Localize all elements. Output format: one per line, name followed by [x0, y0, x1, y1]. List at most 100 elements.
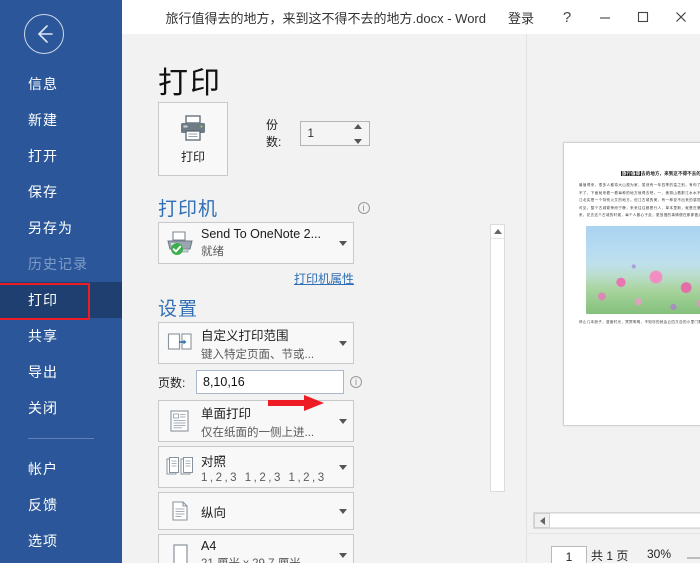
preview-doc-heading-rest: 去的地方，来到这不得不去的地方: [641, 171, 700, 176]
sidebar-item-open[interactable]: 打开: [0, 138, 122, 174]
preview-page-number[interactable]: 1: [551, 546, 587, 563]
settings-section-label: 设置: [158, 299, 199, 320]
one-sided-icon: [159, 409, 201, 433]
sidebar-item-close[interactable]: 关闭: [0, 390, 122, 426]
sidebar-item-export[interactable]: 导出: [0, 354, 122, 390]
settings-section-heading: 设置: [158, 294, 370, 321]
sidebar-item-print[interactable]: 打印: [0, 282, 122, 320]
custom-range-icon: [159, 331, 201, 355]
sidebar-item-save[interactable]: 保存: [0, 174, 122, 210]
printer-properties-line: 打印机属性: [158, 270, 354, 288]
print-button-label: 打印: [180, 149, 205, 164]
help-icon[interactable]: ?: [548, 2, 586, 32]
printer-ready-icon: [159, 230, 201, 256]
chevron-down-icon[interactable]: [333, 508, 353, 514]
sidebar-item-feedback[interactable]: 反馈: [0, 487, 122, 523]
preview-page[interactable]: 旅行值得去的地方，来到这不得不去的地方 最值得来，很多人都将大山视为家，虽然有一…: [563, 142, 700, 426]
sidebar-item-share[interactable]: 共享: [0, 318, 122, 354]
print-range-select[interactable]: 自定义打印范围 键入特定页面、节或...: [158, 322, 354, 364]
close-icon[interactable]: [662, 2, 700, 32]
print-sides-sub: 仅在纸面的一侧上进...: [201, 426, 315, 439]
backstage-nav-list: 信息 新建 打开 保存 另存为 历史记录 打印 共享 导出 关闭 帐户 反馈 选…: [0, 66, 122, 559]
maximize-icon[interactable]: [624, 2, 662, 32]
pages-input[interactable]: [196, 370, 344, 394]
copies-row: 份数:: [266, 116, 370, 150]
orientation-select[interactable]: 纵向: [158, 492, 354, 530]
copies-spin-arrows[interactable]: [354, 123, 364, 144]
chevron-down-icon[interactable]: [333, 240, 353, 246]
paper-size-text: A4 21 厘米 x 29.7 厘米: [201, 539, 333, 563]
sidebar-item-label: 新建: [28, 112, 58, 128]
sidebar-item-label: 关闭: [28, 400, 58, 416]
sidebar-item-save-as[interactable]: 另存为: [0, 210, 122, 246]
minimize-icon[interactable]: [586, 2, 624, 32]
page-title: 打印: [158, 67, 222, 100]
sidebar-item-label: 历史记录: [28, 256, 88, 272]
orientation-text: 纵向: [201, 502, 333, 521]
sidebar-item-label: 共享: [28, 328, 58, 344]
chevron-down-icon[interactable]: [333, 340, 353, 346]
preview-status-inner: 1 共 1 页 30% +: [527, 546, 700, 563]
sidebar-item-label: 另存为: [28, 220, 73, 236]
print-range-title: 自定义打印范围: [201, 328, 289, 343]
print-range-sub: 键入特定页面、节或...: [201, 348, 315, 361]
collate-sub: 1,2,3 1,2,3 1,2,3: [201, 471, 327, 484]
printer-name: Send To OneNote 2...: [201, 227, 321, 241]
paper-size-sub: 21 厘米 x 29.7 厘米: [201, 555, 333, 563]
printer-select-text: Send To OneNote 2... 就绪: [201, 227, 333, 259]
printer-select[interactable]: Send To OneNote 2... 就绪: [158, 222, 354, 264]
pages-info-icon[interactable]: i: [350, 376, 362, 388]
collate-icon: [159, 455, 201, 479]
preview-doc-heading: 旅行值得去的地方，来到这不得不去的地方: [580, 171, 700, 177]
sign-in-button[interactable]: 登录: [508, 8, 534, 27]
print-button[interactable]: 打印: [158, 102, 228, 176]
settings-scrollbar[interactable]: [490, 224, 505, 492]
preview-page-count: 共 1 页: [591, 549, 629, 563]
document-title: 旅行值得去的地方，来到这不得不去的地方.docx - Word: [165, 10, 486, 26]
preview-horizontal-scrollbar[interactable]: [533, 512, 700, 529]
sidebar-item-info[interactable]: 信息: [0, 66, 122, 102]
print-range-text: 自定义打印范围 键入特定页面、节或...: [201, 325, 333, 362]
sidebar-item-new[interactable]: 新建: [0, 102, 122, 138]
copies-stepper[interactable]: [300, 120, 370, 146]
zoom-slider-track[interactable]: [687, 557, 700, 559]
printer-section-heading: 打印机 i: [158, 194, 370, 221]
preview-doc-image: [586, 225, 700, 314]
sidebar-divider: [28, 438, 94, 439]
printer-properties-link[interactable]: 打印机属性: [294, 272, 354, 286]
paper-size-select[interactable]: A4 21 厘米 x 29.7 厘米: [158, 534, 354, 563]
print-sides-text: 单面打印 仅在纸面的一侧上进...: [201, 403, 333, 440]
copies-input[interactable]: [301, 121, 356, 145]
title-bar: 旅行值得去的地方，来到这不得不去的地方.docx - Word 登录 ?: [122, 0, 700, 34]
spin-down-icon[interactable]: [354, 138, 362, 144]
sidebar-item-label: 信息: [28, 76, 58, 92]
preview-doc-footer: 停止几本册子，虚度时光，冥冥明明，不知尽的就会云四又自的小里门歌，就是走一些书地…: [579, 319, 700, 324]
preview-doc-body: 最值得来，很多人都将大山视为家，虽然有一年四季的温之别。有你了显然以外，这里南方…: [579, 183, 700, 218]
sidebar-item-label: 选项: [28, 533, 58, 549]
sidebar-item-label: 反馈: [28, 497, 58, 513]
preview-status-bar: 1 共 1 页 30% +: [527, 533, 700, 563]
sidebar-item-label: 打印: [28, 292, 58, 308]
copies-label: 份数:: [266, 118, 282, 149]
back-arrow-icon[interactable]: [24, 14, 64, 54]
portrait-icon: [159, 499, 201, 523]
chevron-down-icon[interactable]: [333, 552, 353, 558]
printer-info-icon[interactable]: i: [358, 202, 370, 214]
scroll-track[interactable]: [550, 513, 700, 528]
sidebar-item-account[interactable]: 帐户: [0, 451, 122, 487]
spin-up-icon[interactable]: [354, 123, 362, 129]
collate-select[interactable]: 对照 1,2,3 1,2,3 1,2,3: [158, 446, 354, 488]
chevron-down-icon[interactable]: [333, 464, 353, 470]
sidebar-item-label: 导出: [28, 364, 58, 380]
print-sides-select[interactable]: 单面打印 仅在纸面的一侧上进...: [158, 400, 354, 442]
preview-doc-heading-highlight: 旅行值得: [620, 171, 642, 176]
zoom-level-label: 30%: [647, 547, 672, 561]
sidebar-item-options[interactable]: 选项: [0, 523, 122, 559]
chevron-down-icon[interactable]: [333, 418, 353, 424]
backstage-content: 打印 打印 份数: 1 打印机 i Send To OneNote 2... 就…: [122, 34, 700, 563]
collate-title: 对照: [201, 454, 227, 469]
collate-text: 对照 1,2,3 1,2,3 1,2,3: [201, 451, 333, 484]
scroll-left-icon[interactable]: [534, 513, 550, 528]
scroll-up-icon[interactable]: [491, 225, 504, 239]
printer-icon: [181, 114, 205, 141]
